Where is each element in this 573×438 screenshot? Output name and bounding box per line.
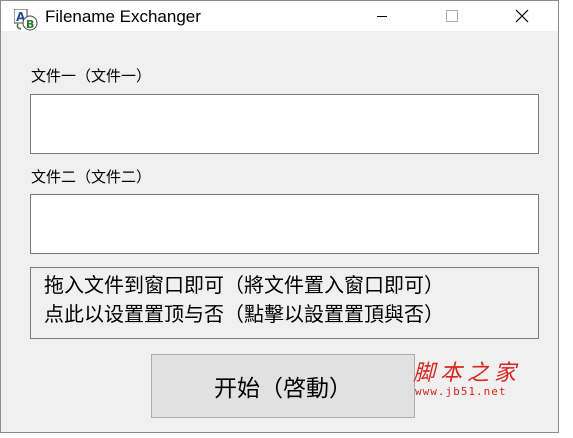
- window-title: Filename Exchanger: [45, 7, 201, 26]
- file2-label: 文件二（文件二）: [31, 168, 152, 186]
- svg-text:B: B: [26, 18, 34, 31]
- close-button[interactable]: [499, 1, 545, 31]
- maximize-icon: [446, 10, 458, 22]
- drop-hint-text: 拖入文件到窗口即可（將文件置入窗口即可）: [44, 273, 444, 297]
- watermark-text: 脚本之家: [413, 361, 522, 386]
- topmost-hint-text: 点此以设置置顶与否（點擊以設置置頂與否）: [44, 302, 444, 326]
- minimize-icon: [376, 10, 388, 22]
- topmost-toggle-panel[interactable]: 拖入文件到窗口即可（將文件置入窗口即可） 点此以设置置顶与否（點擊以設置置頂與否…: [30, 267, 539, 339]
- file1-label: 文件一（文件一）: [31, 67, 152, 85]
- close-icon: [515, 9, 529, 23]
- app-ab-icon: A B: [13, 8, 38, 31]
- minimize-button[interactable]: [359, 1, 405, 31]
- maximize-button[interactable]: [429, 1, 475, 31]
- app-window: A B Filename Exchanger 文件一（文件一） 文件二（文件二）…: [0, 0, 559, 433]
- title-bar[interactable]: A B Filename Exchanger: [1, 1, 558, 31]
- file1-field[interactable]: [30, 94, 539, 154]
- file2-field[interactable]: [30, 194, 539, 254]
- watermark: 脚本之家 www.jb51.net: [413, 355, 543, 405]
- start-button[interactable]: 开始（啓動）: [151, 354, 415, 418]
- watermark-url: www.jb51.net: [415, 385, 507, 398]
